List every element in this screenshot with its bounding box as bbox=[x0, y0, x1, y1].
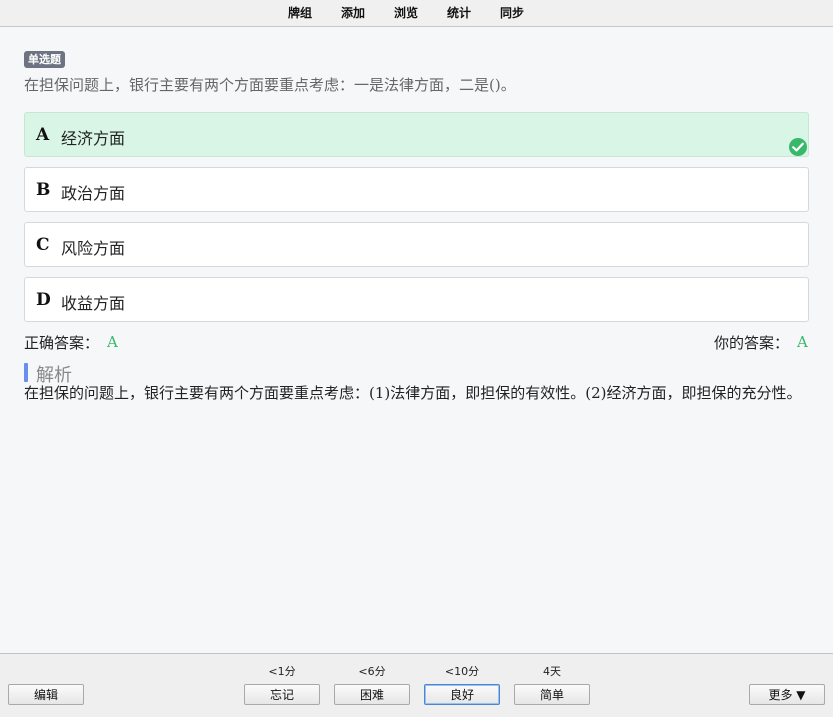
interval-hard: <6分 bbox=[358, 665, 386, 678]
option-a[interactable]: A 经济方面 bbox=[24, 112, 809, 157]
your-answer-label: 你的答案： bbox=[714, 334, 790, 352]
again-button[interactable]: 忘记 bbox=[244, 684, 320, 705]
edit-button[interactable]: 编辑 bbox=[8, 684, 84, 705]
option-d[interactable]: D 收益方面 bbox=[24, 277, 809, 322]
top-menu-bar: 牌组 添加 浏览 统计 同步 bbox=[0, 0, 833, 27]
question-type-badge: 单选题 bbox=[24, 51, 65, 68]
check-icon bbox=[789, 138, 807, 156]
interval-good: <10分 bbox=[444, 665, 480, 678]
option-b[interactable]: B 政治方面 bbox=[24, 167, 809, 212]
easy-button[interactable]: 简单 bbox=[514, 684, 590, 705]
correct-answer-value: A bbox=[107, 333, 118, 351]
good-button[interactable]: 良好 bbox=[424, 684, 500, 705]
menu-stats[interactable]: 统计 bbox=[447, 4, 471, 21]
option-text: 政治方面 bbox=[61, 184, 126, 203]
analysis-accent-bar bbox=[24, 363, 28, 382]
menu-sync[interactable]: 同步 bbox=[500, 4, 524, 21]
option-letter: B bbox=[36, 180, 51, 200]
option-text: 风险方面 bbox=[61, 239, 126, 258]
option-c[interactable]: C 风险方面 bbox=[24, 222, 809, 267]
analysis-text: 在担保的问题上，银行主要有两个方面要重点考虑：(1)法律方面，即担保的有效性。(… bbox=[24, 384, 802, 402]
interval-easy: 4天 bbox=[543, 665, 561, 678]
menu-browse[interactable]: 浏览 bbox=[394, 4, 418, 21]
more-button[interactable]: 更多 ▼ bbox=[749, 684, 825, 705]
option-letter: D bbox=[36, 290, 51, 310]
option-letter: C bbox=[36, 235, 50, 255]
card-content: 单选题 在担保问题上，银行主要有两个方面要重点考虑：一是法律方面，二是()。 bbox=[24, 48, 809, 94]
menu-decks[interactable]: 牌组 bbox=[288, 4, 312, 21]
your-answer-value: A bbox=[797, 333, 808, 351]
option-text: 经济方面 bbox=[61, 129, 126, 148]
hard-button[interactable]: 困难 bbox=[334, 684, 410, 705]
correct-answer-label: 正确答案： bbox=[24, 334, 100, 352]
option-letter: A bbox=[36, 125, 50, 145]
question-text: 在担保问题上，银行主要有两个方面要重点考虑：一是法律方面，二是()。 bbox=[24, 76, 516, 94]
interval-again: <1分 bbox=[268, 665, 296, 678]
option-text: 收益方面 bbox=[61, 294, 126, 313]
menu-add[interactable]: 添加 bbox=[341, 4, 365, 21]
bottom-bar: 编辑 <1分 <6分 <10分 4天 忘记 困难 良好 简单 更多 ▼ bbox=[0, 653, 833, 717]
